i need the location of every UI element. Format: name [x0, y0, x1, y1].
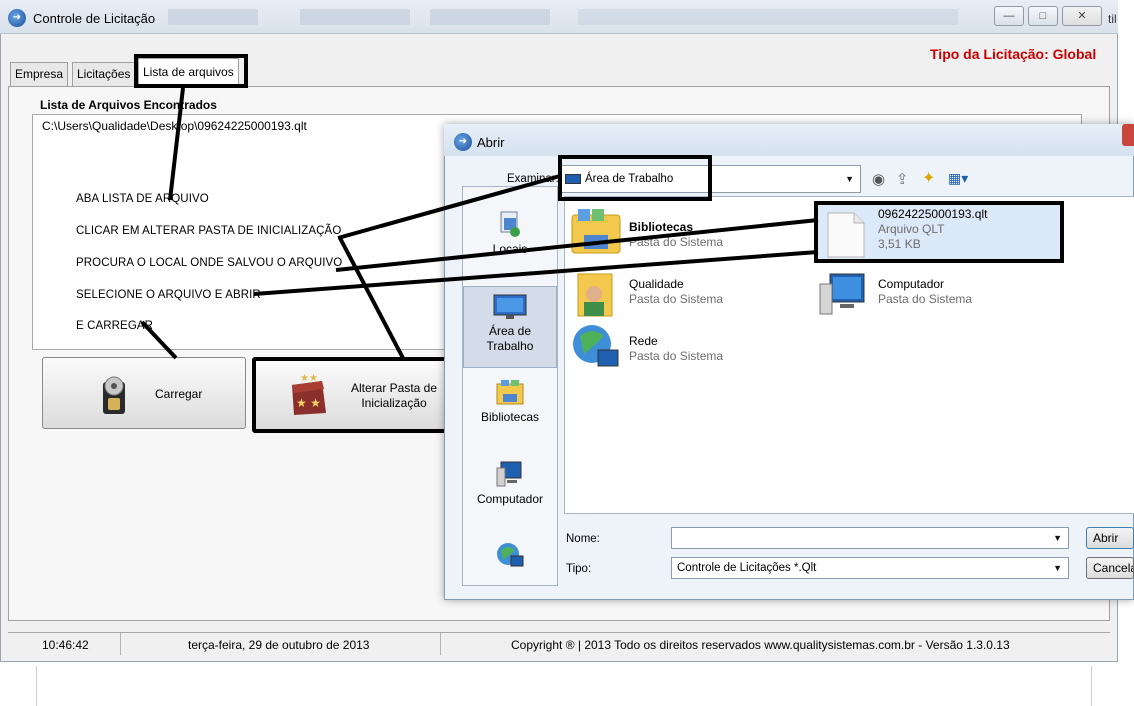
item-type: Pasta do Sistema: [629, 235, 724, 249]
background-toolbar: [300, 9, 410, 25]
alterar-pasta-label: Alterar Pasta de Inicialização: [342, 381, 446, 411]
cancel-button[interactable]: Cancelar: [1086, 557, 1134, 579]
list-heading: Lista de Arquivos Encontrados: [40, 98, 217, 112]
background-toolbar: [168, 9, 258, 25]
item-name[interactable]: 09624225000193.qlt: [878, 207, 987, 221]
place-label: Computador: [476, 492, 544, 506]
chevron-down-icon: ▼: [1053, 563, 1062, 573]
gift-box-icon: ★ ★ ★★: [286, 371, 330, 417]
recent-places-icon: [495, 210, 525, 238]
type-label: Tipo:: [566, 563, 592, 575]
media-player-icon: [99, 374, 129, 416]
dialog-close-button[interactable]: [1122, 124, 1134, 146]
item-name[interactable]: Bibliotecas: [629, 220, 693, 234]
tab-licitacoes[interactable]: Licitações: [72, 62, 136, 86]
dialog-title: Abrir: [477, 135, 505, 150]
carregar-button[interactable]: Carregar: [42, 357, 246, 429]
view-menu-icon[interactable]: ▦▾: [948, 170, 968, 187]
computer-icon: [818, 272, 868, 316]
item-type: Arquivo QLT: [878, 222, 945, 236]
status-copyright: Copyright ® | 2013 Todo os direitos rese…: [511, 638, 1010, 652]
place-bibliotecas[interactable]: Bibliotecas: [464, 378, 556, 424]
status-separator: [120, 633, 121, 655]
tab-empresa[interactable]: Empresa: [10, 62, 69, 86]
network-icon: [495, 540, 525, 570]
dialog-title-bar: [444, 124, 1134, 156]
window-title: Controle de Licitação: [33, 11, 156, 26]
background-window: [36, 666, 1092, 706]
svg-text:★★: ★★: [300, 373, 318, 384]
instruction-step-3: PROCURA O LOCAL ONDE SALVOU O ARQUIVO: [76, 257, 343, 269]
minimize-button[interactable]: —: [994, 6, 1024, 26]
place-computador[interactable]: Computador: [464, 460, 556, 506]
instruction-step-5: E CARREGAR: [76, 320, 154, 332]
place-label: Área de Trabalho: [486, 324, 534, 353]
background-window-text: til: [1108, 12, 1117, 26]
file-icon: [822, 211, 868, 259]
place-rede[interactable]: [464, 540, 556, 574]
name-combobox[interactable]: ▼: [671, 527, 1069, 549]
place-locais[interactable]: Locais: [464, 210, 556, 256]
libraries-folder-icon: [570, 205, 622, 257]
alterar-pasta-button[interactable]: ★ ★ ★★ Alterar Pasta de Inicialização: [252, 357, 454, 433]
alterar-pasta-label-line1: Alterar Pasta de: [350, 381, 438, 395]
dialog-logo-icon: ➜: [454, 133, 472, 151]
instruction-step-1: ABA LISTA DE ARQUIVO: [76, 193, 209, 205]
new-folder-icon[interactable]: ✦: [922, 168, 935, 188]
user-folder-icon: [572, 270, 618, 320]
background-toolbar: [578, 9, 958, 25]
desktop-icon: [493, 294, 527, 320]
type-dropdown[interactable]: Controle de Licitações *.Qlt ▼: [671, 557, 1069, 579]
type-value: Controle de Licitações *.Qlt: [677, 562, 817, 574]
chevron-down-icon: ▼: [1053, 533, 1062, 543]
svg-text:★ ★: ★ ★: [296, 396, 321, 410]
maximize-button[interactable]: □: [1028, 6, 1058, 26]
status-time: 10:46:42: [42, 638, 89, 652]
chevron-down-icon: ▼: [845, 174, 854, 184]
place-area-de-trabalho[interactable]: Área de Trabalho: [464, 294, 556, 354]
name-label: Nome:: [566, 533, 600, 545]
look-in-label: Examinar:: [507, 173, 559, 185]
status-separator: [440, 633, 441, 655]
app-logo-icon: ➜: [8, 9, 26, 27]
list-item[interactable]: C:\Users\Qualidade\Desktop\0962422500019…: [42, 119, 307, 133]
item-name[interactable]: Rede: [629, 334, 658, 348]
item-name[interactable]: Computador: [878, 277, 944, 291]
instruction-step-4: SELECIONE O ARQUIVO E ABRIR: [76, 289, 261, 301]
close-button[interactable]: ✕: [1062, 6, 1102, 26]
background-toolbar: [430, 9, 550, 25]
network-icon: [570, 322, 620, 372]
annotation-box-look-in: [558, 155, 712, 201]
item-type: Pasta do Sistema: [878, 292, 973, 306]
item-name[interactable]: Qualidade: [629, 277, 684, 291]
place-label: Bibliotecas: [480, 410, 540, 424]
item-size: 3,51 KB: [878, 237, 921, 251]
annotation-box-tab: [134, 54, 248, 88]
alterar-pasta-label-line2: Inicialização: [361, 396, 427, 410]
carregar-label: Carregar: [155, 387, 203, 401]
computer-icon: [495, 460, 525, 488]
up-folder-icon[interactable]: ⇪: [896, 170, 909, 188]
place-label: Locais: [492, 242, 528, 256]
status-date: terça-feira, 29 de outubro de 2013: [188, 638, 370, 652]
back-icon[interactable]: ◉: [872, 170, 885, 188]
tipo-licitacao-label: Tipo da Licitação: Global: [930, 46, 1097, 62]
libraries-icon: [495, 378, 525, 406]
open-button[interactable]: Abrir: [1086, 527, 1134, 549]
item-type: Pasta do Sistema: [629, 292, 724, 306]
item-type: Pasta do Sistema: [629, 349, 724, 363]
instruction-step-2: CLICAR EM ALTERAR PASTA DE INICIALIZAÇÃO: [76, 225, 342, 237]
